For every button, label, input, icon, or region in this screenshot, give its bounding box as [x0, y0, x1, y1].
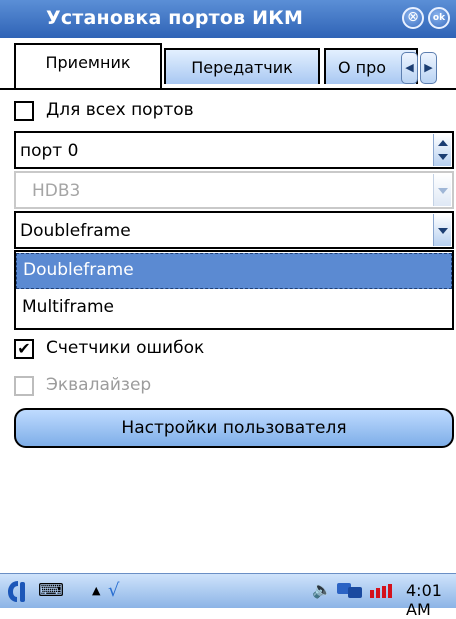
speaker-icon[interactable]: 🔈	[312, 580, 332, 599]
spinner-arrows[interactable]	[433, 134, 451, 166]
equalizer-checkbox	[14, 376, 34, 396]
frame-select[interactable]: Doubleframe	[14, 211, 454, 249]
option-doubleframe[interactable]: Doubleframe	[16, 253, 452, 289]
port-spinner[interactable]: порт 0	[14, 131, 454, 169]
error-counters-label: Счетчики ошибок	[46, 338, 205, 358]
option-multiframe[interactable]: Multiframe	[16, 291, 452, 327]
spin-down-icon[interactable]	[438, 154, 448, 160]
frame-dropdown-list: Doubleframe Multiframe	[14, 250, 454, 330]
window-title: Установка портов ИКМ	[46, 7, 304, 29]
title-bar: Установка портов ИКМ ⊗ ok	[0, 0, 456, 38]
chevron-down-icon	[438, 188, 448, 194]
chevron-left-icon[interactable]: ◀	[401, 52, 418, 84]
line-code-value: HDB3	[32, 181, 81, 201]
line-code-arrow	[433, 174, 451, 206]
clock[interactable]: 4:01 AM	[406, 581, 456, 619]
battery-icon[interactable]	[370, 584, 398, 598]
up-arrow-icon[interactable]: ▲	[92, 584, 100, 597]
all-ports-label: Для всех портов	[46, 100, 194, 120]
tab-transmitter[interactable]: Передатчик	[164, 48, 320, 84]
port-spinner-value: порт 0	[20, 141, 79, 161]
error-counters-checkbox[interactable]: ✔	[14, 339, 34, 359]
ok-button[interactable]: ok	[428, 7, 450, 29]
tab-divider	[0, 88, 456, 90]
tab-receiver[interactable]: Приемник	[14, 43, 162, 88]
start-logo-icon[interactable]	[6, 578, 30, 604]
tab-strip: Приемник Передатчик О про	[0, 38, 456, 90]
network-icon[interactable]	[336, 580, 364, 600]
keyboard-icon[interactable]: ⌨	[38, 580, 64, 601]
frame-select-arrow[interactable]	[433, 214, 451, 246]
user-settings-button[interactable]: Настройки пользователя	[14, 408, 454, 448]
close-icon[interactable]: ⊗	[402, 7, 424, 29]
taskbar: ⌨ ▲ √ 🔈 4:01 AM	[0, 573, 456, 619]
all-ports-checkbox[interactable]	[14, 101, 34, 121]
frame-select-value: Doubleframe	[20, 221, 131, 241]
tab-about-label: О про	[338, 58, 387, 77]
chevron-down-icon[interactable]	[438, 228, 448, 234]
tab-transmitter-label: Передатчик	[191, 58, 293, 77]
equalizer-label: Эквалайзер	[46, 375, 152, 395]
pen-check-icon[interactable]: √	[108, 580, 119, 601]
chevron-right-icon[interactable]: ▶	[420, 52, 437, 84]
tab-receiver-label: Приемник	[45, 53, 131, 72]
line-code-select: HDB3	[14, 171, 454, 209]
spin-up-icon[interactable]	[438, 140, 448, 146]
